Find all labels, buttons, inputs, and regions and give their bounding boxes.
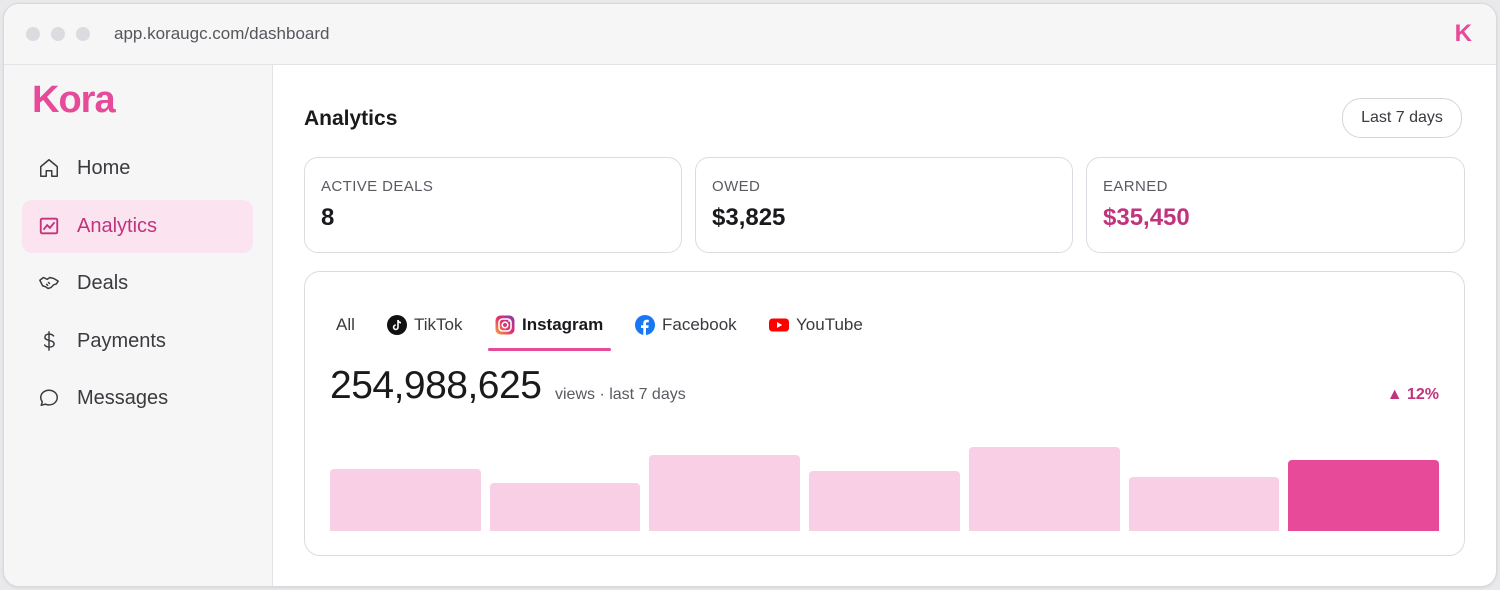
facebook-icon xyxy=(635,315,655,335)
youtube-icon xyxy=(769,318,789,332)
browser-window: app.koraugc.com/dashboard K Kora Home An… xyxy=(3,3,1497,587)
stat-label: ACTIVE DEALS xyxy=(321,178,434,195)
stat-label: EARNED xyxy=(1103,178,1168,195)
handshake-icon xyxy=(39,276,59,290)
window-minimize-dot[interactable] xyxy=(51,27,65,41)
tab-instagram[interactable]: Instagram xyxy=(495,312,603,338)
window-maximize-dot[interactable] xyxy=(76,27,90,41)
stat-value: $3,825 xyxy=(712,204,786,231)
views-bar-chart xyxy=(330,422,1439,531)
stat-value: $35,450 xyxy=(1103,204,1190,231)
stat-card-active-deals: ACTIVE DEALS 8 xyxy=(304,157,682,253)
sidebar-item-label: Deals xyxy=(77,272,129,294)
views-chart-card: All TikTok Instagram Facebook YouTube 25… xyxy=(304,271,1465,556)
browser-titlebar: app.koraugc.com/dashboard K xyxy=(4,4,1496,65)
home-icon xyxy=(40,159,58,177)
sidebar-item-payments[interactable]: Payments xyxy=(22,315,253,368)
tab-tiktok[interactable]: TikTok xyxy=(387,312,463,338)
window-close-dot[interactable] xyxy=(26,27,40,41)
tab-all[interactable]: All xyxy=(336,312,355,338)
sidebar-item-analytics[interactable]: Analytics xyxy=(22,200,253,253)
stat-label: OWED xyxy=(712,178,761,195)
kora-logo[interactable]: Kora xyxy=(32,79,116,122)
tab-label: Facebook xyxy=(662,315,737,334)
sidebar-item-deals[interactable]: Deals xyxy=(22,257,253,310)
sidebar-item-messages[interactable]: Messages xyxy=(22,372,253,425)
brand-mark-icon: K xyxy=(1454,20,1472,47)
address-bar-url[interactable]: app.koraugc.com/dashboard xyxy=(114,24,329,44)
tab-facebook[interactable]: Facebook xyxy=(635,312,737,338)
chart-icon xyxy=(39,217,59,235)
views-bar[interactable] xyxy=(649,454,801,531)
sidebar-item-label: Home xyxy=(77,157,131,179)
page-title: Analytics xyxy=(304,107,398,130)
tab-label: All xyxy=(336,315,355,334)
stat-value: 8 xyxy=(321,204,335,231)
tab-label: YouTube xyxy=(796,315,863,334)
stat-card-earned: EARNED $35,450 xyxy=(1086,157,1465,253)
dollar-icon xyxy=(43,331,55,351)
tab-label: Instagram xyxy=(522,315,604,334)
views-bar[interactable] xyxy=(968,447,1120,531)
sidebar: Kora Home Analytics Deals Payments Messa… xyxy=(4,65,273,586)
views-bar[interactable] xyxy=(489,483,641,531)
views-bar[interactable] xyxy=(330,468,481,531)
sidebar-item-label: Analytics xyxy=(77,215,158,237)
total-views-value: 254,988,625 xyxy=(330,364,542,407)
stat-card-owed: OWED $3,825 xyxy=(695,157,1073,253)
chat-bubble-icon xyxy=(40,389,58,407)
sidebar-item-label: Messages xyxy=(77,387,169,409)
tab-label: TikTok xyxy=(414,315,463,334)
sidebar-item-label: Payments xyxy=(77,330,166,352)
active-tab-indicator xyxy=(488,348,611,351)
tab-youtube[interactable]: YouTube xyxy=(769,312,863,338)
instagram-icon xyxy=(495,315,515,335)
main-content: Analytics Last 7 days ACTIVE DEALS 8 OWE… xyxy=(273,65,1496,586)
views-delta-badge: ▲ 12% xyxy=(1386,386,1439,403)
views-bar[interactable] xyxy=(809,471,960,531)
sidebar-item-home[interactable]: Home xyxy=(22,142,253,195)
views-bar[interactable] xyxy=(1288,460,1439,531)
date-range-button[interactable]: Last 7 days xyxy=(1342,98,1462,138)
views-bar[interactable] xyxy=(1128,476,1280,531)
tiktok-icon xyxy=(387,315,407,335)
total-views-caption: views · last 7 days xyxy=(555,386,686,403)
